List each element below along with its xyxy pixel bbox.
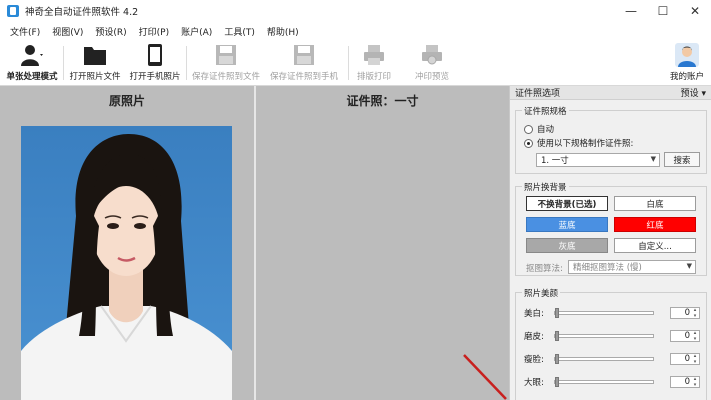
save-phone-label: 保存证件照到手机 xyxy=(269,72,338,82)
folder-icon xyxy=(82,42,108,68)
white-bg-button[interactable]: 白底 xyxy=(614,196,696,211)
slim-face-slider[interactable] xyxy=(554,354,654,364)
radio-icon xyxy=(524,124,533,134)
slim-face-spinner[interactable]: 0 xyxy=(670,353,700,365)
open-phone-button[interactable]: 打开手机照片 xyxy=(126,42,184,84)
menu-bar: 文件(F) 视图(V) 预设(R) 打印(P) 账户(A) 工具(T) 帮助(H… xyxy=(0,22,711,40)
close-icon[interactable]: ✕ xyxy=(679,0,711,22)
print-preview-button[interactable]: 冲印预览 xyxy=(410,42,454,84)
menu-help[interactable]: 帮助(H) xyxy=(261,25,305,38)
slider-thumb[interactable] xyxy=(555,377,559,387)
use-spec-radio[interactable]: 使用以下规格制作证件照: xyxy=(524,137,633,149)
slider-thumb[interactable] xyxy=(555,331,559,341)
search-button[interactable]: 搜索 xyxy=(664,152,700,167)
spec-select[interactable]: 1. 一寸 ▼ xyxy=(536,153,660,167)
open-phone-label: 打开手机照片 xyxy=(129,72,181,82)
toolbar-separator xyxy=(63,46,64,80)
big-eye-spinner[interactable]: 0 xyxy=(670,376,700,388)
id-photo-title: 证件照：一寸 xyxy=(346,94,419,108)
slim-face-slider-row: 瘦脸: 0 xyxy=(524,353,704,365)
single-mode-button[interactable]: 单张处理模式 xyxy=(3,42,61,84)
open-photo-button[interactable]: 打开照片文件 xyxy=(66,42,124,84)
gray-bg-button[interactable]: 灰底 xyxy=(526,238,608,253)
annotation-arrow xyxy=(463,354,507,400)
id-photo-pane: 证件照：一寸 xyxy=(256,86,509,400)
big-eye-slider[interactable] xyxy=(554,377,654,387)
auto-radio[interactable]: 自动 xyxy=(524,123,554,135)
save-disk-icon xyxy=(213,42,239,68)
slider-thumb[interactable] xyxy=(555,308,559,318)
toolbar: 单张处理模式 打开照片文件 打开手机照片 保存证件照到文件 保存证件照到手机 排… xyxy=(0,40,711,86)
print-preview-icon xyxy=(419,42,445,68)
whiten-slider-row: 美白: 0 xyxy=(524,307,704,319)
window-controls: — ☐ ✕ xyxy=(615,0,711,22)
menu-print[interactable]: 打印(P) xyxy=(133,25,175,38)
slim-face-label: 瘦脸: xyxy=(524,355,544,365)
panel-header: 证件照选项 预设 ▾ xyxy=(510,86,711,100)
menu-tools[interactable]: 工具(T) xyxy=(218,25,261,38)
app-icon xyxy=(7,5,19,17)
algo-select-value: 精细抠图算法 (慢) xyxy=(573,263,642,273)
my-account-button[interactable]: 我的账户 xyxy=(666,42,708,84)
original-photo-title: 原照片 xyxy=(108,94,145,108)
algo-select[interactable]: 精细抠图算法 (慢) ▼ xyxy=(568,260,696,274)
background-group-title: 照片换背景 xyxy=(522,181,569,193)
algo-label: 抠图算法: xyxy=(526,264,563,274)
spec-group: 证件照规格 自动 使用以下规格制作证件照: 1. 一寸 ▼ 搜索 xyxy=(515,105,707,174)
options-panel: 证件照选项 预设 ▾ 证件照规格 自动 使用以下规格制作证件照: 1. 一寸 ▼… xyxy=(509,86,711,400)
background-group: 照片换背景 不换背景(已选) 白底 蓝底 红底 灰底 自定义... 抠图算法: … xyxy=(515,181,707,276)
spec-group-title: 证件照规格 xyxy=(522,105,569,117)
spec-select-value: 1. 一寸 xyxy=(541,156,569,166)
phone-icon xyxy=(142,42,168,68)
menu-file[interactable]: 文件(F) xyxy=(4,25,46,38)
auto-label: 自动 xyxy=(537,125,555,135)
whiten-spinner[interactable]: 0 xyxy=(670,307,700,319)
panel-title: 证件照选项 xyxy=(515,89,561,99)
menu-account[interactable]: 账户(A) xyxy=(175,25,218,38)
printer-icon xyxy=(361,42,387,68)
my-account-label: 我的账户 xyxy=(669,72,704,82)
custom-bg-button[interactable]: 自定义... xyxy=(614,238,696,253)
radio-selected-icon xyxy=(524,138,533,148)
minimize-icon[interactable]: — xyxy=(615,0,647,22)
person-icon xyxy=(19,42,45,68)
save-phone-icon xyxy=(291,42,317,68)
toolbar-separator xyxy=(186,46,187,80)
save-file-label: 保存证件照到文件 xyxy=(191,72,260,82)
save-phone-button[interactable]: 保存证件照到手机 xyxy=(264,42,344,84)
whiten-label: 美白: xyxy=(524,309,544,319)
print-preview-label: 冲印预览 xyxy=(414,72,449,82)
red-bg-button[interactable]: 红底 xyxy=(614,217,696,232)
title-bar: 神奇全自动证件照软件 4.2 — ☐ ✕ xyxy=(0,0,711,22)
smooth-spinner[interactable]: 0 xyxy=(670,330,700,342)
beauty-group: 照片美颜 美白: 0 磨皮: 0 瘦脸: 0 大眼: 0 xyxy=(515,287,707,400)
blue-bg-button[interactable]: 蓝底 xyxy=(526,217,608,232)
save-file-button[interactable]: 保存证件照到文件 xyxy=(190,42,262,84)
smooth-slider[interactable] xyxy=(554,331,654,341)
big-eye-label: 大眼: xyxy=(524,378,544,388)
toolbar-separator xyxy=(348,46,349,80)
layout-print-label: 排版打印 xyxy=(356,72,391,82)
beauty-group-title: 照片美颜 xyxy=(522,287,561,299)
preset-dropdown[interactable]: 预设 ▾ xyxy=(681,86,706,99)
chevron-down-icon: ▼ xyxy=(650,155,656,163)
portrait-photo[interactable] xyxy=(21,126,232,400)
single-mode-label: 单张处理模式 xyxy=(6,72,58,82)
layout-print-button[interactable]: 排版打印 xyxy=(352,42,396,84)
no-change-button[interactable]: 不换背景(已选) xyxy=(526,196,608,211)
use-spec-label: 使用以下规格制作证件照: xyxy=(537,139,634,149)
maximize-icon[interactable]: ☐ xyxy=(647,0,679,22)
smooth-slider-row: 磨皮: 0 xyxy=(524,330,704,342)
big-eye-slider-row: 大眼: 0 xyxy=(524,376,704,388)
chevron-down-icon: ▼ xyxy=(686,262,692,270)
avatar xyxy=(674,42,700,68)
menu-preset[interactable]: 预设(R) xyxy=(89,25,132,38)
window-title: 神奇全自动证件照软件 4.2 xyxy=(25,7,139,18)
whiten-slider[interactable] xyxy=(554,308,654,318)
slider-thumb[interactable] xyxy=(555,354,559,364)
menu-view[interactable]: 视图(V) xyxy=(46,25,89,38)
original-photo-pane: 原照片 xyxy=(0,86,254,400)
open-photo-label: 打开照片文件 xyxy=(69,72,121,82)
smooth-label: 磨皮: xyxy=(524,332,544,342)
